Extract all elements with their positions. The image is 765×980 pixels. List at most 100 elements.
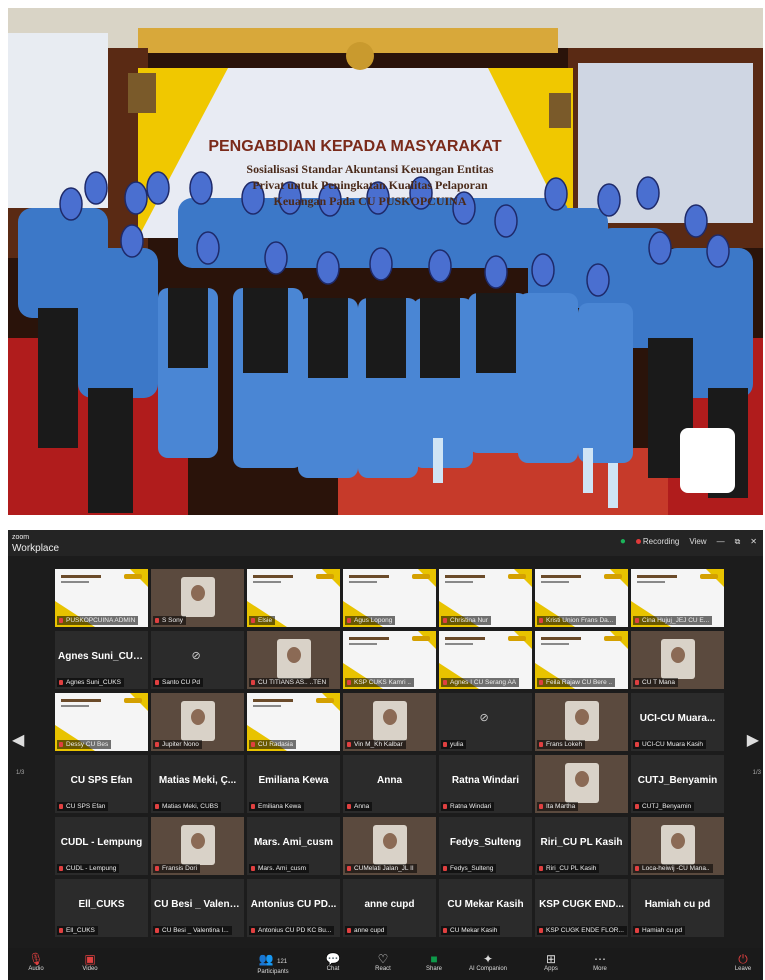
shared-slide-graphic [61,575,101,578]
participant-video [372,825,407,865]
sparkle-icon: ✦ [482,952,494,966]
participant-tile[interactable]: Feila Rajaw CU Bere .. [534,630,629,690]
chat-button[interactable]: 💬 Chat [313,952,353,972]
audio-button[interactable]: 🎙 Audio [16,952,56,972]
participant-tile[interactable]: Jupiter Nono [150,692,245,752]
chat-icon: 💬 [325,952,341,966]
participant-tile[interactable]: CU TITIANS AS.. ..TEN [246,630,341,690]
shared-slide-graphic [445,643,473,645]
participant-label: CU TITIANS AS.. ..TEN [249,678,330,687]
recording-indicator[interactable]: Recording [635,537,680,546]
shared-slide-graphic [412,574,430,579]
participants-button[interactable]: 👥 121 Participants [253,952,293,975]
apps-icon: ⊞ [545,952,557,966]
leave-button[interactable]: ⏻ Leave [723,952,763,972]
participant-tile[interactable]: ⊘ yulia [438,692,533,752]
shared-slide-graphic [700,574,718,579]
participant-tile[interactable]: CU Besi _ Valent... CU Besi _ Valentina I… [150,878,245,938]
participant-tile[interactable]: CUDL - Lempung CUDL - Lempung [54,816,149,876]
title-bar-controls: ● Recording View — ⧉ ✕ [620,536,757,547]
next-page-arrow[interactable]: ▶ [747,730,759,750]
participant-name: CUDL - Lempung [60,837,143,848]
participant-label: Agus Lopong [345,616,396,625]
participant-tile[interactable]: KSP CUGK END... KSP CUGK ENDE FLOR... [534,878,629,938]
participant-label: Riri_CU PL Kasih [537,864,600,873]
participant-tile[interactable]: Agus Lopong [342,568,437,628]
participant-tile[interactable]: Matias Meki, Ç... Matias Meki, CUBS [150,754,245,814]
participant-tile[interactable]: CU SPS Efan CU SPS Efan [54,754,149,814]
shared-slide-graphic [124,574,142,579]
participant-tile[interactable]: Hamiah cu pd Hamiah cu pd [630,878,725,938]
participant-tile[interactable]: Elsie [246,568,341,628]
participant-tile[interactable]: Riri_CU PL Kasih Riri_CU PL Kasih [534,816,629,876]
participant-tile[interactable]: Cina Hujuj_JEJ CU E... [630,568,725,628]
participant-name: KSP CUGK END... [539,899,624,910]
participant-tile[interactable]: Agnes Suni_CUKS Agnes Suni_CUKS [54,630,149,690]
more-button[interactable]: ⋯ More [580,952,620,972]
banner-subtitle3: Keuangan Pada CU PUSKOPCUINA [273,194,466,208]
recording-label: Recording [642,537,680,546]
participant-name: UCI-CU Muara... [639,713,716,724]
participant-name: Riri_CU PL Kasih [540,837,623,848]
participant-tile[interactable]: Dessy CU Bes [54,692,149,752]
participant-tile[interactable]: Mars. Ami_cusm Mars. Ami_cusm [246,816,341,876]
prev-page-arrow[interactable]: ◀ [12,730,24,750]
participant-tile[interactable]: Emiliana Kewa Emiliana Kewa [246,754,341,814]
restore-button[interactable]: ⧉ [735,537,741,547]
shared-slide-graphic [253,705,281,707]
participant-name: Mars. Ami_cusm [253,837,334,848]
share-button[interactable]: ■ Share [414,952,454,972]
participant-tile[interactable]: Agnes I CU Serang AA [438,630,533,690]
participant-label: CUDL - Lempung [57,864,120,873]
minimize-button[interactable]: — [717,537,725,546]
shared-slide-graphic [604,636,622,641]
shared-slide-graphic [316,698,334,703]
participant-label: CU Besi _ Valentina I... [153,926,232,935]
participant-tile[interactable]: Ita Martha [534,754,629,814]
title-bar: zoom Workplace ● Recording View — ⧉ ✕ [8,530,763,556]
participant-tile[interactable]: Frans Lokeh [534,692,629,752]
participant-tile[interactable]: Loca-heiwij -CU Mana.. [630,816,725,876]
share-icon: ■ [430,952,438,966]
participant-tile[interactable]: S Sony [150,568,245,628]
participant-tile[interactable]: Kristi Union Frans Da... [534,568,629,628]
shared-slide-graphic [253,581,281,583]
participant-tile[interactable]: CUTJ_Benyamin CUTJ_Benyamin [630,754,725,814]
participant-tile[interactable]: Ell_CUKS Ell_CUKS [54,878,149,938]
participant-tile[interactable]: Antonius CU PD... Antonius CU PD KC Bu... [246,878,341,938]
participant-name: anne cupd [364,899,415,910]
participant-tile[interactable]: Vin M_Kh Kalbar [342,692,437,752]
participant-tile[interactable]: Christina Nur [438,568,533,628]
video-button[interactable]: ▣ Video [70,952,110,972]
participant-tile[interactable]: CU Radasia [246,692,341,752]
apps-button[interactable]: ⊞ Apps [531,952,571,972]
participant-tile[interactable]: ⊘ Santo CU Pd [150,630,245,690]
participant-tile[interactable]: Ratna Windari Ratna Windari [438,754,533,814]
apps-label: Apps [544,966,558,972]
participant-tile[interactable]: anne cupd anne cupd [342,878,437,938]
participant-tile[interactable]: UCI-CU Muara... UCI-CU Muara Kasih [630,692,725,752]
participant-tile[interactable]: Fransis Dori [150,816,245,876]
participant-tile[interactable]: KSP CUKS Kamri .. [342,630,437,690]
participant-name: CUTJ_Benyamin [637,775,718,786]
participant-tile[interactable]: Anna Anna [342,754,437,814]
participant-label: Ratna Windari [441,802,495,811]
participant-label: CU SPS Efan [57,802,109,811]
participant-tile[interactable]: CU T Mana [630,630,725,690]
participant-tile[interactable]: PUSKOPCUINA ADMIN [54,568,149,628]
participant-tile[interactable]: CUMelati Jalan_JL II [342,816,437,876]
shared-slide-graphic [316,574,334,579]
close-button[interactable]: ✕ [750,537,757,546]
ai-companion-button[interactable]: ✦ AI Companion [468,952,508,972]
participant-label: Mars. Ami_cusm [249,864,310,873]
banner-subtitle1: Sosialisasi Standar Akuntansi Keuangan E… [246,162,494,176]
participant-label: Agnes Suni_CUKS [57,678,124,687]
participant-name: Agnes Suni_CUKS [58,651,147,662]
event-photo-svg: PENGABDIAN KEPADA MASYARAKAT Sosialisasi… [8,8,763,515]
participant-tile[interactable]: CU Mekar Kasih CU Mekar Kasih [438,878,533,938]
react-button[interactable]: ♡ React [363,952,403,972]
participant-tile[interactable]: Fedys_Sulteng Fedys_Sulteng [438,816,533,876]
participant-label: Anna [345,802,373,811]
participant-video [180,825,215,865]
view-button[interactable]: View [689,537,706,546]
